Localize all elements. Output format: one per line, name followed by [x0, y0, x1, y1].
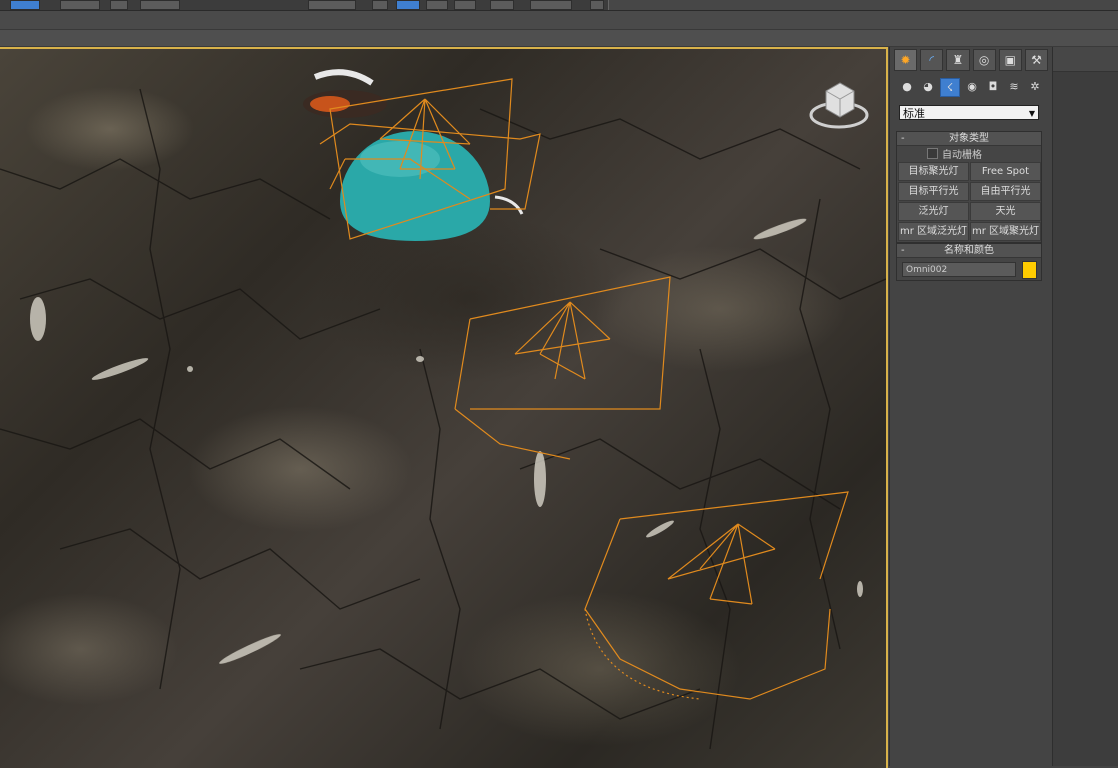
object-type-rollout: - 对象类型 自动栅格 目标聚光灯 Free Spot 目标平行光 自由平行光 … — [896, 131, 1042, 243]
name-color-header[interactable]: - 名称和颜色 — [897, 244, 1041, 258]
collapse-icon: - — [901, 133, 905, 144]
render-setup-icon[interactable] — [530, 0, 572, 10]
category-dropdown[interactable]: 标准 ▼ — [899, 105, 1039, 120]
select-icon[interactable] — [10, 0, 40, 10]
light-type-buttons: 目标聚光灯 Free Spot 目标平行光 自由平行光 泛光灯 天光 mr 区域… — [897, 161, 1041, 242]
omni-button[interactable]: 泛光灯 — [898, 202, 969, 221]
spot-light-gizmo-2[interactable] — [454, 276, 671, 460]
geometry-icon[interactable]: ● — [898, 78, 916, 95]
command-panel-tabs: ✹ ◜ ♜ ◎ ▣ ⚒ — [894, 49, 1049, 71]
object-color-swatch[interactable] — [1022, 261, 1037, 279]
layer-icon[interactable] — [454, 0, 476, 10]
mirror-icon[interactable] — [396, 0, 420, 10]
shapes-icon[interactable]: ◕ — [919, 78, 937, 95]
cameras-icon[interactable]: ◉ — [963, 78, 981, 95]
modify-tab[interactable]: ◜ — [920, 49, 944, 71]
ribbon-subbar — [0, 30, 1118, 47]
name-row: Omni002 — [897, 258, 1041, 280]
perspective-viewport[interactable] — [0, 47, 888, 768]
display-tab[interactable]: ▣ — [998, 49, 1022, 71]
hierarchy-tab[interactable]: ♜ — [946, 49, 970, 71]
create-icon: ✹ — [900, 53, 911, 67]
right-dock-header — [1053, 47, 1118, 72]
unlink-icon[interactable] — [110, 0, 128, 10]
target-direct-button[interactable]: 目标平行光 — [898, 182, 969, 201]
object-name-field[interactable]: Omni002 — [902, 262, 1016, 277]
autogrid-checkbox[interactable] — [927, 148, 938, 159]
link-icon[interactable] — [60, 0, 100, 10]
object-type-title: 对象类型 — [949, 133, 989, 144]
right-dock — [1052, 47, 1118, 766]
toolbar-empty-area — [608, 0, 1118, 10]
name-color-rollout: - 名称和颜色 Omni002 — [896, 243, 1042, 281]
create-tab[interactable]: ✹ — [894, 49, 918, 71]
motion-tab[interactable]: ◎ — [972, 49, 996, 71]
mr-area-omni-button[interactable]: mr 区域泛光灯 — [898, 222, 969, 241]
free-spot-button[interactable]: Free Spot — [970, 162, 1041, 181]
hierarchy-icon: ♜ — [952, 53, 964, 67]
motion-icon: ◎ — [978, 53, 990, 67]
target-spot-button[interactable]: 目标聚光灯 — [898, 162, 969, 181]
ribbon-bar — [0, 11, 1118, 30]
lights-icon[interactable]: ☇ — [940, 78, 960, 97]
align-icon[interactable] — [426, 0, 448, 10]
helpers-icon[interactable]: ◘ — [984, 78, 1002, 95]
main-toolbar — [0, 0, 1118, 11]
snap-icon[interactable] — [308, 0, 356, 10]
autogrid-label: 自动栅格 — [942, 150, 982, 161]
collapse-icon: - — [901, 245, 905, 256]
viewcube-icon[interactable] — [806, 77, 872, 137]
name-color-title: 名称和颜色 — [944, 245, 994, 256]
free-direct-button[interactable]: 自由平行光 — [970, 182, 1041, 201]
skylight-button[interactable]: 天光 — [970, 202, 1041, 221]
spacewarps-icon[interactable]: ≋ — [1005, 78, 1023, 95]
snap-toggle-icon[interactable] — [372, 0, 388, 10]
create-subcategories: ● ◕ ☇ ◉ ◘ ≋ ✲ — [898, 78, 1046, 97]
command-panel: ✹ ◜ ♜ ◎ ▣ ⚒ ● ◕ ☇ ◉ ◘ ≋ ✲ 标准 ▼ - 对象类型 自动… — [889, 47, 1052, 766]
rock-highlights — [30, 218, 863, 664]
render-icon[interactable] — [590, 0, 604, 10]
teal-hemisphere[interactable] — [340, 131, 490, 241]
utilities-tab[interactable]: ⚒ — [1024, 49, 1049, 71]
systems-icon[interactable]: ✲ — [1026, 78, 1044, 95]
scene-render — [0, 69, 886, 750]
bind-icon[interactable] — [140, 0, 180, 10]
chevron-down-icon: ▼ — [1028, 109, 1035, 118]
spot-light-gizmo-3[interactable] — [584, 491, 849, 700]
display-icon: ▣ — [1004, 53, 1016, 67]
curve-editor-icon[interactable] — [490, 0, 514, 10]
mr-area-spot-button[interactable]: mr 区域聚光灯 — [970, 222, 1041, 241]
modify-icon: ◜ — [929, 53, 935, 67]
utilities-icon: ⚒ — [1031, 53, 1042, 67]
autogrid-row[interactable]: 自动栅格 — [897, 146, 1041, 161]
object-type-header[interactable]: - 对象类型 — [897, 132, 1041, 146]
dropdown-value: 标准 — [903, 107, 925, 120]
